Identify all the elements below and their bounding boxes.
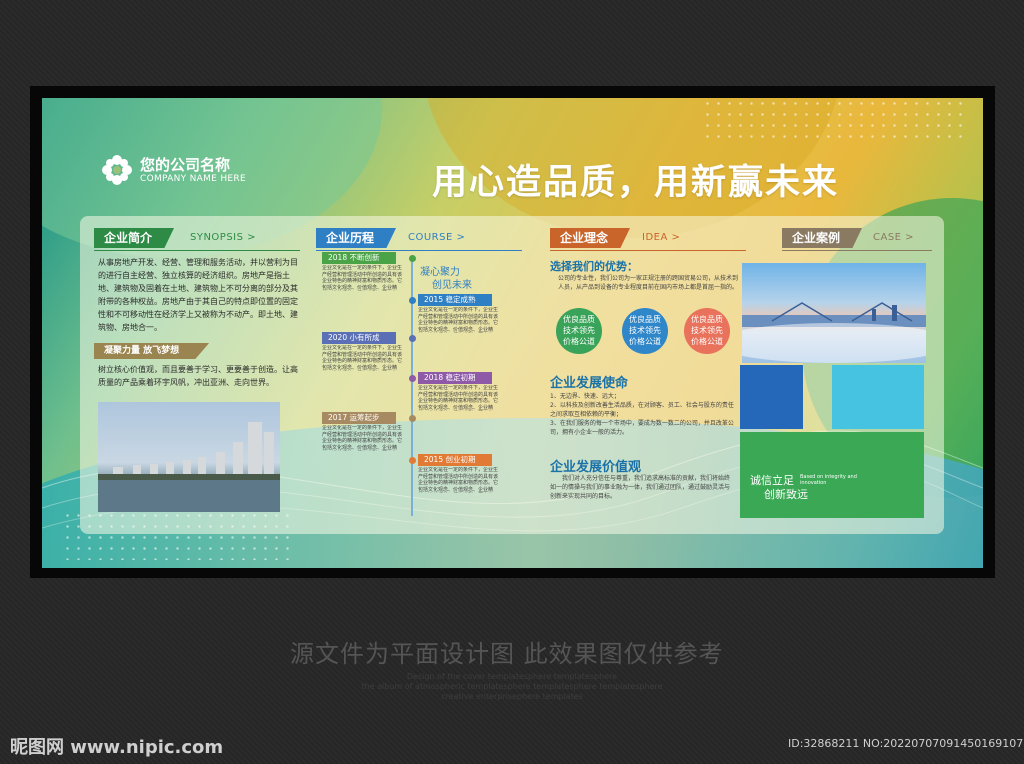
city-skyline-image [98,422,280,512]
divider [316,250,522,251]
company-logo: 您的公司名称 COMPANY NAME HERE [100,153,246,187]
timeline-dot [409,415,416,422]
display-board: 您的公司名称 COMPANY NAME HERE 用心造品质，用新赢未来 企业简… [42,98,983,568]
timeline-dot [409,255,416,262]
divider [550,250,746,251]
synopsis-tag: 企业简介 [94,228,175,248]
divider [782,250,932,251]
timeline-year-label: 2015 创业初期 [418,454,492,466]
timeline-event-text: 企业文化是在一定的条件下，企业生产经营和管理活动中所创造的具有该企业特色的精神财… [418,467,499,493]
company-name-en: COMPANY NAME HERE [140,174,246,184]
course-tag: 企业历程 [316,228,397,248]
advantage-body: 公司的专业性，我们公司为一家正规注册的跨国贸易公司，从技术到人员，从产品到设备的… [558,275,739,291]
faint-text: Design of the cover templatesphere templ… [406,672,618,681]
synopsis-section: 企业简介 SYNOPSIS > 从事房地产开发、经营、管理和服务活动，并以营利为… [94,216,304,534]
idea-section: 企业理念 IDEA > 选择我们的优势： 公司的专业性，我们公司为一家正规注册的… [550,216,750,534]
synopsis-body: 从事房地产开发、经营、管理和服务活动，并以营利为目的进行自主经营、独立核算的经济… [98,258,298,332]
timeline-event-text: 企业文化是在一定的条件下，企业生产经营和管理活动中所创造的具有该企业特色的精神财… [418,385,499,411]
footer-notice: 源文件为平面设计图 此效果图仅供参考 [290,640,724,668]
timeline-year-label: 2017 运筹起步 [322,412,396,424]
course-headline-2: 创见未来 [432,280,472,291]
advantage-circle-2: 优良品质 技术领先 价格公道 [622,308,668,354]
dot-pattern [702,98,962,138]
case-tag-en: CASE > [873,232,915,243]
timeline-year-label: 2020 小有所成 [322,332,396,344]
mission-item: 2、以科技及创新改善生活品质，在对顾客、员工、社会与股东的责任之间求取互相依赖的… [550,402,734,418]
course-tag-en: COURSE > [408,232,466,243]
synopsis-sub-body: 树立核心价值观，而且要善于学习、更要善于创造。让高质量的产品乘着环宇风帆，冲出亚… [98,365,298,387]
main-slogan: 用心造品质，用新赢未来 [432,163,840,203]
timeline-axis [411,256,413,516]
course-headline-1: 凝心聚力 [420,267,460,278]
idea-tag: 企业理念 [550,228,631,248]
advantage-title: 选择我们的优势： [550,260,638,273]
mission-item: 1、无边界、快速、远大； [550,393,620,400]
watermark-site: 昵图网 www.nipic.com [10,737,224,758]
timeline-dot [409,457,416,464]
advantage-circle-text: 优良品质 技术领先 价格公道 [629,315,661,346]
case-photo [742,263,926,363]
company-name: 您的公司名称 [140,156,231,174]
course-section: 企业历程 COURSE > 凝心聚力 创见未来 2018 不断创新 企业文化是在一… [316,216,526,534]
divider [94,250,300,251]
advantage-circle-1: 优良品质 技术领先 价格公道 [556,308,602,354]
advantage-circle-text: 优良品质 技术领先 价格公道 [563,315,595,346]
flower-logo-icon [102,155,132,185]
mission-list: 1、无边界、快速、远大； 2、以科技及创新改善生活品质，在对顾客、员工、社会与股… [550,392,734,437]
bridge-skyline-image [742,302,926,363]
advantage-circle-3: 优良品质 技术领先 价格公道 [684,308,730,354]
timeline-year-label: 2018 不断创新 [322,252,396,264]
case-tile-cyan [832,365,924,429]
mission-item: 3、在我们服务的每一个市场中，要成为数一数二的公司，并且改革公司，拥有小企业一般… [550,420,734,436]
timeline-dot [409,297,416,304]
timeline-year-label: 2015 稳定成熟 [418,294,492,306]
values-body: 我们对人充分信任与尊重，我们追求高标准的贡献，我们将始终如一的情操与我们的事业融… [550,475,731,500]
case-tile-blue [740,365,803,429]
timeline-event-text: 企业文化是在一定的条件下，企业生产经营和管理活动中所创造的具有该企业特色的精神财… [418,307,499,333]
watermark-id: ID:32868211 NO:20220707091450169107 [788,737,1024,750]
timeline-event-text: 企业文化是在一定的条件下，企业生产经营和管理活动中所创造的具有该企业特色的精神财… [322,345,403,371]
faint-text: the album of atmospheric templatesphere … [361,682,663,691]
timeline-dot [409,335,416,342]
timeline-year-label: 2018 稳定初期 [418,372,492,384]
case-slogan-en: Based on integrity and innovation [800,474,857,486]
course-headline: 凝心聚力 创见未来 [420,266,472,292]
timeline-dot [409,375,416,382]
case-tag: 企业案例 [782,228,863,248]
advantage-circle-text: 优良品质 技术领先 价格公道 [691,315,723,346]
mission-title: 企业发展使命 [550,376,629,391]
synopsis-tag-en: SYNOPSIS > [190,232,257,243]
idea-tag-en: IDEA > [642,232,681,243]
faint-text: creative enterprisephere templates [441,692,583,701]
timeline-event-text: 企业文化是在一定的条件下，企业生产经营和管理活动中所创造的具有该企业特色的精神财… [322,425,403,451]
synopsis-sub-tag: 凝聚力量 放飞梦想 [94,343,210,359]
timeline-event-text: 企业文化是在一定的条件下，企业生产经营和管理活动中所创造的具有该企业特色的精神财… [322,265,403,291]
case-tile-green: 诚信立足 创新致远 Based on integrity and innovat… [740,432,924,518]
case-slogan-2: 创新致远 [764,488,808,501]
values-title: 企业发展价值观 [550,460,642,475]
city-photo [98,402,280,512]
